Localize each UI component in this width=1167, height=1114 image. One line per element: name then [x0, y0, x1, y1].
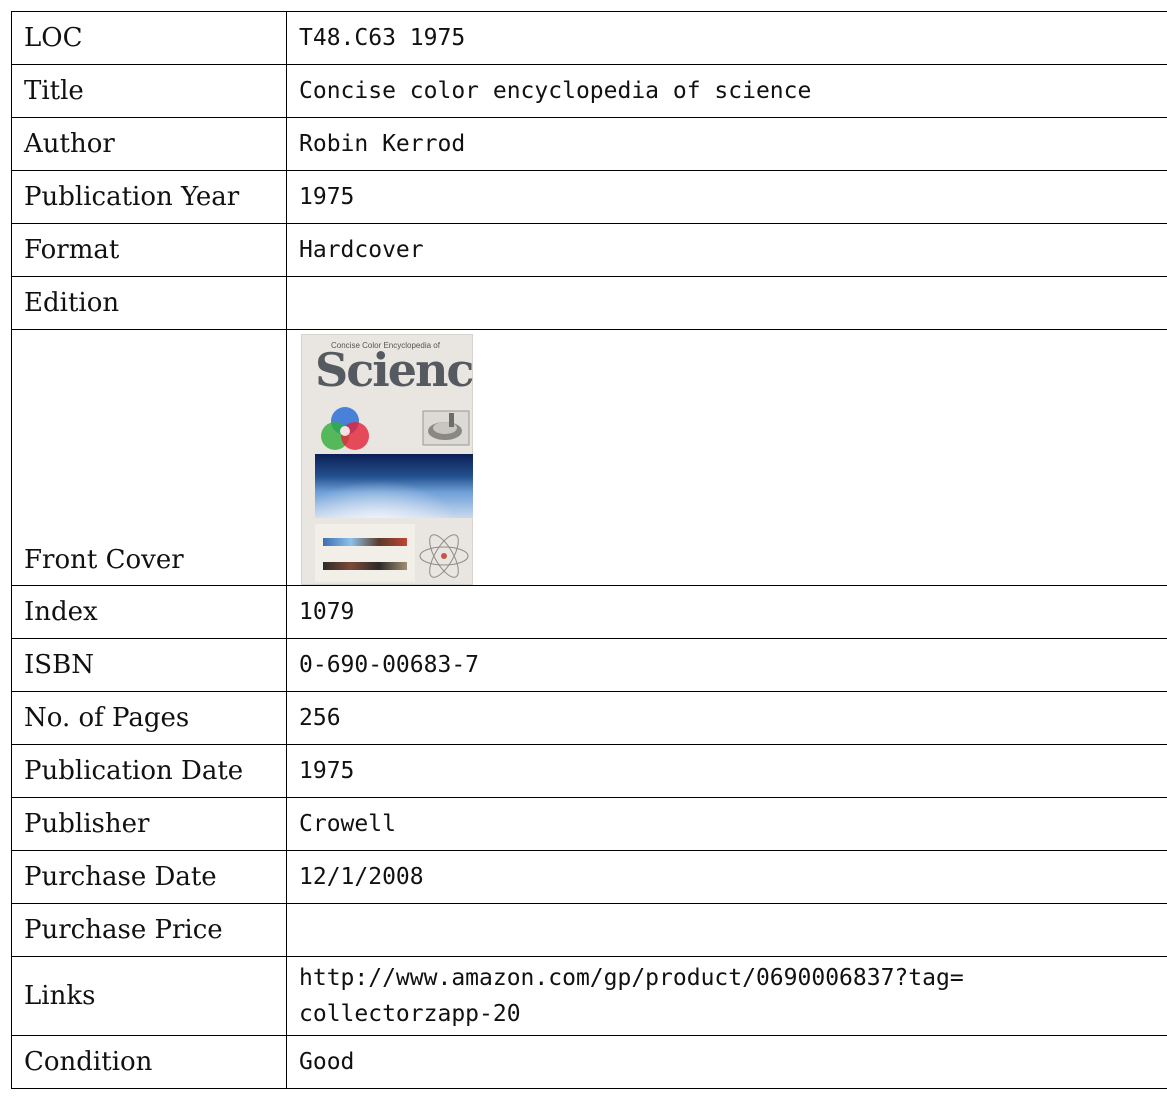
- table-row: ISBN 0-690-00683-7: [11, 638, 1167, 692]
- field-value: 0-690-00683-7: [286, 638, 1167, 692]
- field-label: Edition: [11, 276, 287, 330]
- earth-from-space-photo: [315, 454, 473, 518]
- front-cover-image: Concise Color Encyclopedia of Science: [301, 334, 473, 585]
- field-value: 1079: [286, 585, 1167, 639]
- field-label: Publication Date: [11, 744, 287, 798]
- spectrum-illustration: [315, 524, 415, 582]
- links-cell: http://www.amazon.com/gp/product/0690006…: [286, 956, 1167, 1036]
- table-row: Index 1079: [11, 585, 1167, 639]
- field-label: LOC: [11, 11, 287, 65]
- field-value: T48.C63 1975: [286, 11, 1167, 65]
- field-label: No. of Pages: [11, 691, 287, 745]
- amazon-link-line1[interactable]: http://www.amazon.com/gp/product/0690006…: [299, 965, 964, 991]
- table-row: Purchase Date 12/1/2008: [11, 850, 1167, 904]
- field-label: Format: [11, 223, 287, 277]
- field-label: Publisher: [11, 797, 287, 851]
- field-value: Concise color encyclopedia of science: [286, 64, 1167, 118]
- table-row: Purchase Price: [11, 903, 1167, 957]
- table-row: Links http://www.amazon.com/gp/product/0…: [11, 956, 1167, 1036]
- book-record-table: LOC T48.C63 1975 Title Concise color enc…: [11, 11, 1167, 1089]
- field-value: Crowell: [286, 797, 1167, 851]
- table-row: Front Cover Concise Color Encyclopedia o…: [11, 329, 1167, 586]
- table-row: Publication Date 1975: [11, 744, 1167, 798]
- field-label: Author: [11, 117, 287, 171]
- table-row: LOC T48.C63 1975: [11, 11, 1167, 65]
- field-value: 256: [286, 691, 1167, 745]
- field-label: Purchase Date: [11, 850, 287, 904]
- field-label: Publication Year: [11, 170, 287, 224]
- cover-title: Science: [315, 343, 473, 397]
- field-value: 12/1/2008: [286, 850, 1167, 904]
- instrument-illustration: [422, 410, 470, 446]
- field-label: Purchase Price: [11, 903, 287, 957]
- field-label: Front Cover: [11, 329, 287, 586]
- field-label: Title: [11, 64, 287, 118]
- field-value: Robin Kerrod: [286, 117, 1167, 171]
- field-label: Links: [11, 956, 287, 1036]
- table-row: Title Concise color encyclopedia of scie…: [11, 64, 1167, 118]
- field-value: [286, 276, 1167, 330]
- color-venn-illustration: [321, 407, 369, 450]
- field-value: 1975: [286, 170, 1167, 224]
- front-cover-cell: Concise Color Encyclopedia of Science: [286, 329, 1167, 586]
- table-row: Publication Year 1975: [11, 170, 1167, 224]
- table-row: Edition: [11, 276, 1167, 330]
- table-row: Publisher Crowell: [11, 797, 1167, 851]
- table-row: Condition Good: [11, 1035, 1167, 1089]
- amazon-link-line2[interactable]: collectorzapp-20: [299, 1001, 521, 1027]
- table-row: Author Robin Kerrod: [11, 117, 1167, 171]
- field-label: Index: [11, 585, 287, 639]
- field-value: [286, 903, 1167, 957]
- field-value: 1975: [286, 744, 1167, 798]
- table-row: No. of Pages 256: [11, 691, 1167, 745]
- table-row: Format Hardcover: [11, 223, 1167, 277]
- field-value: Good: [286, 1035, 1167, 1089]
- field-value: Hardcover: [286, 223, 1167, 277]
- field-label: ISBN: [11, 638, 287, 692]
- atom-illustration: [419, 534, 469, 578]
- field-label: Condition: [11, 1035, 287, 1089]
